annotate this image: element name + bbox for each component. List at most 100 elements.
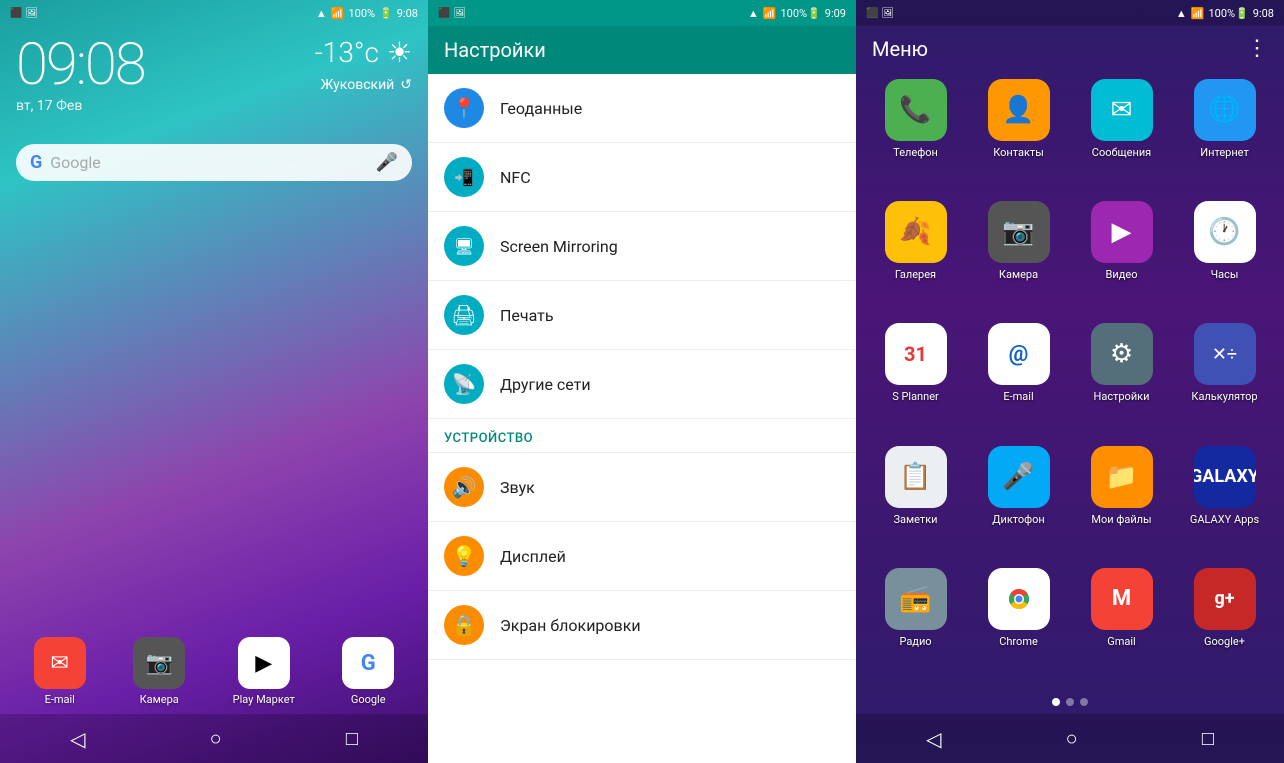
sound-item[interactable]: 🔊 Звук <box>428 453 856 522</box>
internet-app-item[interactable]: 🌐 Интернет <box>1177 79 1272 193</box>
menu-panel: ⬛ 🖼 ▲ 📶 100%🔋 9:08 Меню ⋮ 📞 Телефон 👤 Ко… <box>856 0 1284 763</box>
messages-app-item[interactable]: ✉ Сообщения <box>1074 79 1169 193</box>
play-dock-label: Play Маркет <box>233 693 295 706</box>
settings-status-bar: ⬛ 🖼 ▲ 📶 100%🔋 9:09 <box>428 0 856 26</box>
phone-glyph: 📞 <box>899 95 931 125</box>
video-icon: ▶ <box>1091 201 1153 263</box>
calc-label: Калькулятор <box>1191 390 1257 403</box>
device-section-header: УСТРОЙСТВО <box>428 419 856 453</box>
home-status-right: ▲ 📶 100% 🔋 9:08 <box>316 7 418 20</box>
notes-label: Заметки <box>893 513 937 526</box>
settings-status-right: ▲ 📶 100%🔋 9:09 <box>748 7 846 20</box>
camera-dock-label: Камера <box>140 693 179 706</box>
radio-label: Радио <box>899 635 931 648</box>
lock-label: Экран блокировки <box>500 616 641 635</box>
gmail-icon: M <box>1091 568 1153 630</box>
refresh-icon[interactable]: ↺ <box>400 77 412 93</box>
recorder-app-item[interactable]: 🎤 Диктофон <box>971 446 1066 560</box>
files-label: Мои файлы <box>1091 513 1151 526</box>
wifi-icon: ▲ <box>316 7 327 20</box>
lockscreen-item[interactable]: 🔒 Экран блокировки <box>428 591 856 660</box>
files-icon: 📁 <box>1091 446 1153 508</box>
notes-app-item[interactable]: 📋 Заметки <box>868 446 963 560</box>
weather-widget: -13°с ☀ Жуковский ↺ <box>315 36 412 93</box>
back-button[interactable]: ◁ <box>54 723 101 755</box>
print-item[interactable]: 🖨 Печать <box>428 281 856 350</box>
other-networks-item[interactable]: 📡 Другие сети <box>428 350 856 419</box>
recorder-icon: 🎤 <box>988 446 1050 508</box>
googleplus-label: Google+ <box>1204 635 1245 648</box>
menu-recent-button[interactable]: □ <box>1186 722 1230 755</box>
menu-home-button[interactable]: ○ <box>1050 722 1094 755</box>
play-dock-icon: ▶ <box>238 637 290 689</box>
menu-title: Меню <box>872 37 928 61</box>
googleplus-app-item[interactable]: g+ Google+ <box>1177 568 1272 682</box>
page-dot-2[interactable] <box>1066 698 1074 706</box>
calc-icon: ✕÷ <box>1194 323 1256 385</box>
page-dot-1[interactable] <box>1052 698 1060 706</box>
sound-label: Звук <box>500 478 535 497</box>
camera-dock-item[interactable]: 📷 Камера <box>133 637 185 706</box>
play-icon: ▶ <box>255 651 272 676</box>
email-app-item[interactable]: @ E-mail <box>971 323 1066 437</box>
display-item[interactable]: 💡 Дисплей <box>428 522 856 591</box>
internet-glyph: 🌐 <box>1208 95 1240 125</box>
gallery-label: Галерея <box>895 268 936 281</box>
home-panel: ⬛ 🖼 ▲ 📶 100% 🔋 9:08 09:08 вт, 17 Фев -13… <box>0 0 428 763</box>
recent-button[interactable]: □ <box>330 722 374 755</box>
screenshot-icon: ⬛ <box>10 8 22 19</box>
radio-app-item[interactable]: 📻 Радио <box>868 568 963 682</box>
nfc-label: NFC <box>500 168 531 187</box>
calc-app-item[interactable]: ✕÷ Калькулятор <box>1177 323 1272 437</box>
gmail-glyph: M <box>1112 586 1131 611</box>
settings-status-left: ⬛ 🖼 <box>438 8 466 19</box>
menu-more-button[interactable]: ⋮ <box>1246 36 1268 61</box>
s-screenshot-icon: ⬛ <box>438 8 450 19</box>
screen-mirror-icon: 🖥 <box>454 237 474 256</box>
clock-app-item[interactable]: 🕐 Часы <box>1177 201 1272 315</box>
sound-icon: 🔊 <box>452 475 477 499</box>
splanner-icon: 31 <box>885 323 947 385</box>
camera-app-item[interactable]: 📷 Камера <box>971 201 1066 315</box>
m-image-icon: 🖼 <box>881 8 894 19</box>
menu-header: Меню ⋮ <box>856 26 1284 71</box>
nfc-item[interactable]: 📲 NFC <box>428 143 856 212</box>
menu-back-button[interactable]: ◁ <box>910 723 957 755</box>
google-dock-label: Google <box>351 693 386 706</box>
display-label: Дисплей <box>500 547 566 566</box>
home-button[interactable]: ○ <box>194 722 238 755</box>
splanner-app-item[interactable]: 31 S Planner <box>868 323 963 437</box>
page-dots <box>856 690 1284 714</box>
chrome-svg <box>999 579 1039 619</box>
weather-location: Жуковский ↺ <box>321 77 412 93</box>
galaxy-apps-item[interactable]: GALAXY GALAXY Apps <box>1177 446 1272 560</box>
screen-mirroring-item[interactable]: 🖥 Screen Mirroring <box>428 212 856 281</box>
home-nav-bar: ◁ ○ □ <box>0 714 428 763</box>
contacts-glyph: 👤 <box>1002 95 1034 125</box>
phone-app-item[interactable]: 📞 Телефон <box>868 79 963 193</box>
page-dot-3[interactable] <box>1080 698 1088 706</box>
contacts-app-item[interactable]: 👤 Контакты <box>971 79 1066 193</box>
s-wifi-icon: ▲ <box>748 7 759 20</box>
email-dock-item[interactable]: ✉ E-mail <box>34 637 86 706</box>
settings-gear-glyph: ⚙ <box>1110 339 1133 369</box>
google-search-bar[interactable]: G Google 🎤 <box>16 144 412 181</box>
gmail-app-item[interactable]: M Gmail <box>1074 568 1169 682</box>
menu-status-left: ⬛ 🖼 <box>866 8 894 19</box>
galaxy-apps-icon: GALAXY <box>1194 446 1256 508</box>
play-dock-item[interactable]: ▶ Play Маркет <box>233 637 295 706</box>
files-app-item[interactable]: 📁 Мои файлы <box>1074 446 1169 560</box>
sound-icon-wrap: 🔊 <box>444 467 484 507</box>
video-app-item[interactable]: ▶ Видео <box>1074 201 1169 315</box>
settings-app-item[interactable]: ⚙ Настройки <box>1074 323 1169 437</box>
gallery-app-item[interactable]: 🍂 Галерея <box>868 201 963 315</box>
chrome-app-item[interactable]: Chrome <box>971 568 1066 682</box>
search-placeholder: Google <box>50 153 367 172</box>
settings-title: Настройки <box>444 38 546 62</box>
mic-icon[interactable]: 🎤 <box>376 152 398 173</box>
notes-icon: 📋 <box>885 446 947 508</box>
geodata-item[interactable]: 📍 Геоданные <box>428 74 856 143</box>
app-grid: 📞 Телефон 👤 Контакты ✉ Сообщения 🌐 Интер… <box>856 71 1284 690</box>
image-icon: 🖼 <box>25 8 38 19</box>
google-dock-item[interactable]: G Google <box>342 637 394 706</box>
